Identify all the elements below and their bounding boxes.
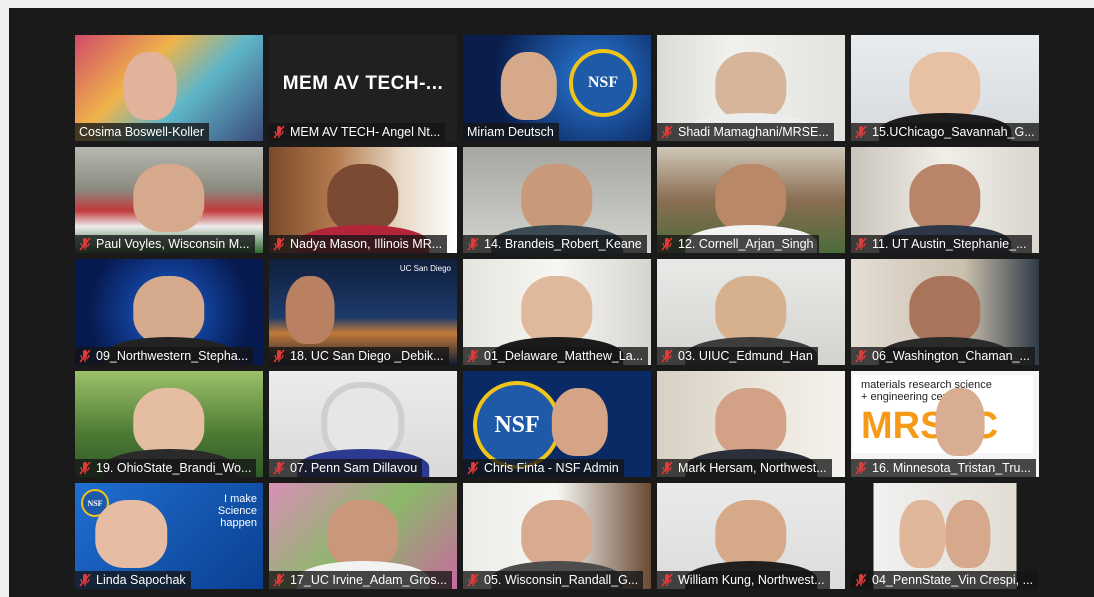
mic-muted-icon	[855, 461, 867, 475]
video-tile-matthew[interactable]: 01_Delaware_Matthew_La...	[463, 259, 651, 365]
science-happen-text: I make Science happen	[217, 493, 257, 529]
video-tile-randall[interactable]: 05. Wisconsin_Randall_G...	[463, 483, 651, 589]
video-tile-linda[interactable]: NSF I make Science happen Linda Sapochak	[75, 483, 263, 589]
video-tile-debika[interactable]: UC San Diego 18. UC San Diego _Debik...	[269, 259, 457, 365]
participant-name-label: 01_Delaware_Matthew_La...	[463, 347, 649, 365]
participant-name-label: Linda Sapochak	[75, 571, 191, 589]
nsf-logo: NSF	[473, 381, 561, 469]
video-tile-mark[interactable]: Mark Hersam, Northwest...	[657, 371, 845, 477]
participant-name-label: 09_Northwestern_Stepha...	[75, 347, 254, 365]
participant-name-label: Paul Voyles, Wisconsin M...	[75, 235, 255, 253]
participant-name-label: 15.UChicago_Savannah_G...	[851, 123, 1039, 141]
participant-name-label: Miriam Deutsch	[463, 123, 559, 141]
participant-name-label: Shadi Mamaghani/MRSE...	[657, 123, 834, 141]
nsf-logo: NSF	[569, 49, 637, 117]
video-gallery-grid: Cosima Boswell-Koller MEM AV TECH-... ME…	[75, 35, 1045, 593]
participant-name-label: 07. Penn Sam Dillavou	[269, 459, 423, 477]
participant-name-label: William Kung, Northwest...	[657, 571, 830, 589]
video-tile-nadya[interactable]: Nadya Mason, Illinois MR...	[269, 147, 457, 253]
participant-name-label: 14. Brandeis_Robert_Keane	[463, 235, 647, 253]
mic-muted-icon	[79, 237, 91, 251]
participant-name-label: 06_Washington_Chaman_...	[851, 347, 1035, 365]
mic-muted-icon	[79, 349, 91, 363]
video-tile-stephanie-nw[interactable]: 09_Northwestern_Stepha...	[75, 259, 263, 365]
video-tile-brandi[interactable]: 19. OhioState_Brandi_Wo...	[75, 371, 263, 477]
participant-name-label: 03. UIUC_Edmund_Han	[657, 347, 818, 365]
mic-muted-icon	[79, 461, 91, 475]
participant-name-label: Cosima Boswell-Koller	[75, 123, 210, 141]
video-tile-tristan[interactable]: materials research science + engineering …	[851, 371, 1039, 477]
video-tile-paul[interactable]: Paul Voyles, Wisconsin M...	[75, 147, 263, 253]
video-gallery-frame: Cosima Boswell-Koller MEM AV TECH-... ME…	[9, 8, 1094, 597]
mic-muted-icon	[855, 125, 867, 139]
mic-muted-icon	[467, 237, 479, 251]
mic-muted-icon	[855, 237, 867, 251]
participant-display-name: MEM AV TECH-...	[282, 73, 444, 94]
participant-name-label: 04_PennState_Vin Crespi, ...	[851, 571, 1038, 589]
mic-muted-icon	[661, 461, 673, 475]
mic-muted-icon	[273, 349, 285, 363]
video-tile-cosima[interactable]: Cosima Boswell-Koller	[75, 35, 263, 141]
mic-muted-icon	[273, 461, 285, 475]
mic-muted-icon	[467, 461, 479, 475]
video-tile-mem-av[interactable]: MEM AV TECH-... MEM AV TECH- Angel Nt...	[269, 35, 457, 141]
participant-name-label: 11. UT Austin_Stephanie_...	[851, 235, 1032, 253]
participant-name-label: 19. OhioState_Brandi_Wo...	[75, 459, 257, 477]
video-tile-stephanie-ut[interactable]: 11. UT Austin_Stephanie_...	[851, 147, 1039, 253]
participant-name-label: Nadya Mason, Illinois MR...	[269, 235, 448, 253]
mic-muted-icon	[661, 573, 673, 587]
mic-muted-icon	[661, 125, 673, 139]
mic-muted-icon	[273, 573, 285, 587]
participant-name-label: 05. Wisconsin_Randall_G...	[463, 571, 644, 589]
video-tile-adam[interactable]: 17_UC Irvine_Adam_Gros...	[269, 483, 457, 589]
mic-muted-icon	[79, 573, 91, 587]
video-tile-chris[interactable]: NSF Chris Finta - NSF Admin	[463, 371, 651, 477]
video-tile-arjan[interactable]: 12. Cornell_Arjan_Singh	[657, 147, 845, 253]
mic-muted-icon	[273, 237, 285, 251]
participant-name-label: 17_UC Irvine_Adam_Gros...	[269, 571, 453, 589]
video-tile-vin[interactable]: 04_PennState_Vin Crespi, ...	[851, 483, 1039, 589]
mic-muted-icon	[661, 349, 673, 363]
mic-muted-icon	[273, 125, 285, 139]
video-tile-miriam[interactable]: NSF Miriam Deutsch	[463, 35, 651, 141]
participant-name-label: Chris Finta - NSF Admin	[463, 459, 624, 477]
mic-muted-icon	[855, 573, 867, 587]
video-tile-robert[interactable]: 14. Brandeis_Robert_Keane	[463, 147, 651, 253]
participant-name-label: 18. UC San Diego _Debik...	[269, 347, 449, 365]
participant-name-label: Mark Hersam, Northwest...	[657, 459, 832, 477]
participant-name-label: 16. Minnesota_Tristan_Tru...	[851, 459, 1036, 477]
mic-muted-icon	[467, 573, 479, 587]
video-tile-william[interactable]: William Kung, Northwest...	[657, 483, 845, 589]
participant-name-label: MEM AV TECH- Angel Nt...	[269, 123, 446, 141]
mic-muted-icon	[855, 349, 867, 363]
video-tile-savannah[interactable]: 15.UChicago_Savannah_G...	[851, 35, 1039, 141]
video-tile-shadi[interactable]: Shadi Mamaghani/MRSE...	[657, 35, 845, 141]
video-tile-edmund[interactable]: 03. UIUC_Edmund_Han	[657, 259, 845, 365]
video-tile-sam[interactable]: 07. Penn Sam Dillavou	[269, 371, 457, 477]
participant-name-label: 12. Cornell_Arjan_Singh	[657, 235, 819, 253]
mic-muted-icon	[661, 237, 673, 251]
ucsd-watermark: UC San Diego	[399, 264, 451, 273]
mic-muted-icon	[467, 349, 479, 363]
video-tile-chaman[interactable]: 06_Washington_Chaman_...	[851, 259, 1039, 365]
